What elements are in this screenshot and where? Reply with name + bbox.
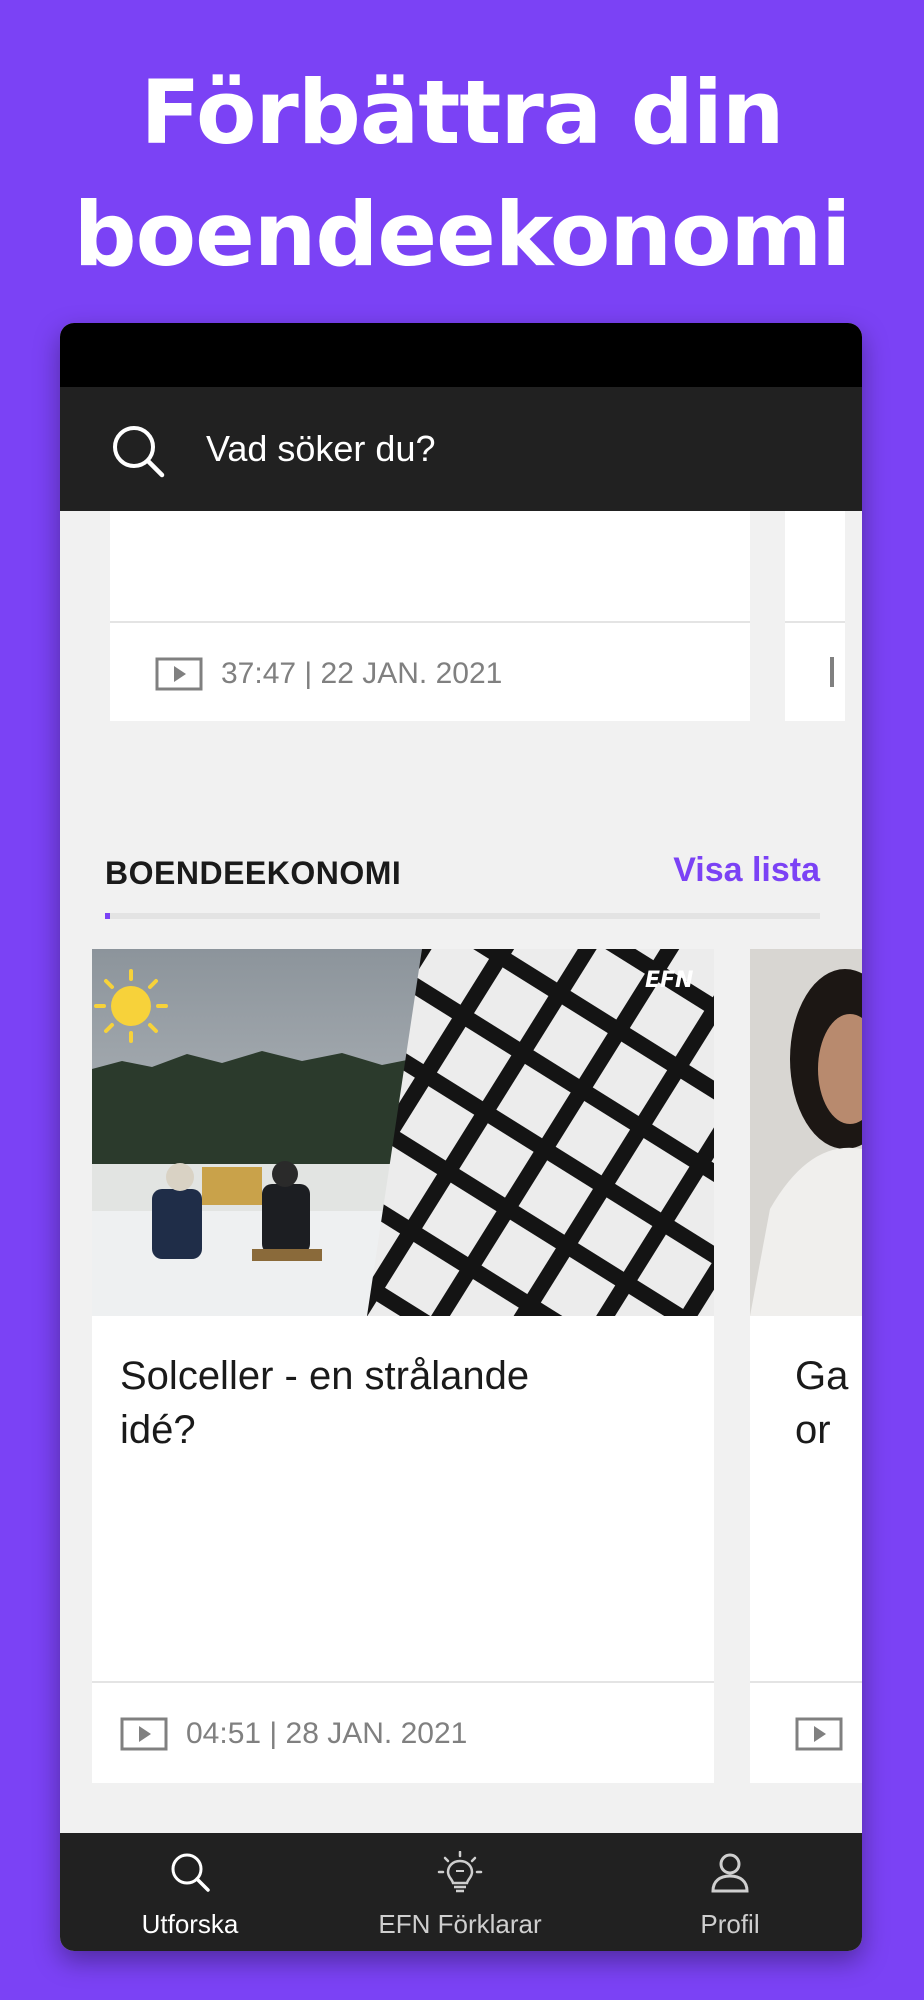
video-card[interactable]: EFN Solceller - en strålande idé? 04:51 … <box>92 949 714 1783</box>
video-meta: 37:47 | 22 JAN. 2021 <box>155 657 502 691</box>
section-progress-indicator <box>105 913 110 919</box>
bottom-tab-bar: Utforska EFN Förklarar Profil <box>60 1833 862 1951</box>
peek-thumbnail <box>750 949 862 1316</box>
video-duration-date: 37:47 | 22 JAN. 2021 <box>221 657 503 690</box>
section-progress-track <box>105 913 820 919</box>
search-bar[interactable]: Vad söker du? <box>60 387 862 511</box>
lightbulb-icon <box>437 1851 483 1893</box>
search-input[interactable]: Vad söker du? <box>206 425 435 473</box>
video-title-line1: Ga <box>795 1354 849 1398</box>
video-title-line2: or <box>795 1408 831 1452</box>
section-title: BOENDEEKONOMI <box>105 855 402 891</box>
card-divider <box>92 1681 714 1683</box>
previous-video-card-peek[interactable] <box>785 511 845 721</box>
tab-profile[interactable]: Profil <box>660 1833 800 1951</box>
tab-label: EFN Förklarar <box>378 1909 542 1939</box>
search-icon <box>171 1853 210 1892</box>
explore-content[interactable]: 37:47 | 22 JAN. 2021 BOENDEEKONOMI Visa … <box>60 511 862 1836</box>
show-list-link[interactable]: Visa lista <box>673 851 820 890</box>
video-card-peek[interactable]: Ga or <box>750 949 862 1783</box>
previous-video-card[interactable]: 37:47 | 22 JAN. 2021 <box>110 511 750 721</box>
video-title-line2: idé? <box>120 1408 196 1452</box>
promo-headline-line1: Förbättra din <box>140 61 784 164</box>
video-title: Solceller - en strålande idé? <box>120 1349 680 1457</box>
play-icon <box>795 1717 843 1751</box>
sun-icon <box>111 986 151 1026</box>
video-title-peek: Ga or <box>795 1349 848 1457</box>
tab-label: Utforska <box>141 1909 239 1939</box>
person-icon <box>711 1853 749 1893</box>
card-divider <box>750 1681 862 1683</box>
thumbnail-image: EFN <box>92 949 714 1316</box>
tab-efn-explains[interactable]: EFN Förklarar <box>360 1833 560 1951</box>
promo-headline: Förbättra din boendeekonomi <box>0 52 924 296</box>
video-meta: 04:51 | 28 JAN. 2021 <box>120 1717 467 1751</box>
video-duration-date: 04:51 | 28 JAN. 2021 <box>186 1717 468 1750</box>
play-icon <box>155 657 203 691</box>
status-bar <box>60 323 862 387</box>
search-icon <box>113 426 165 478</box>
tab-explore[interactable]: Utforska <box>120 1833 260 1951</box>
card-divider <box>785 621 845 623</box>
video-title-line1: Solceller - en strålande <box>120 1354 530 1398</box>
promo-headline-line2: boendeekonomi <box>73 183 852 286</box>
tab-label: Profil <box>700 1909 760 1939</box>
play-icon <box>120 1717 168 1751</box>
video-thumbnail: EFN <box>92 949 714 1316</box>
phone-frame: Vad söker du? 37:47 | 22 JAN. 2021 BOEND… <box>60 323 862 1951</box>
card-divider <box>110 621 750 623</box>
efn-watermark: EFN <box>645 968 693 993</box>
play-icon <box>830 657 834 687</box>
